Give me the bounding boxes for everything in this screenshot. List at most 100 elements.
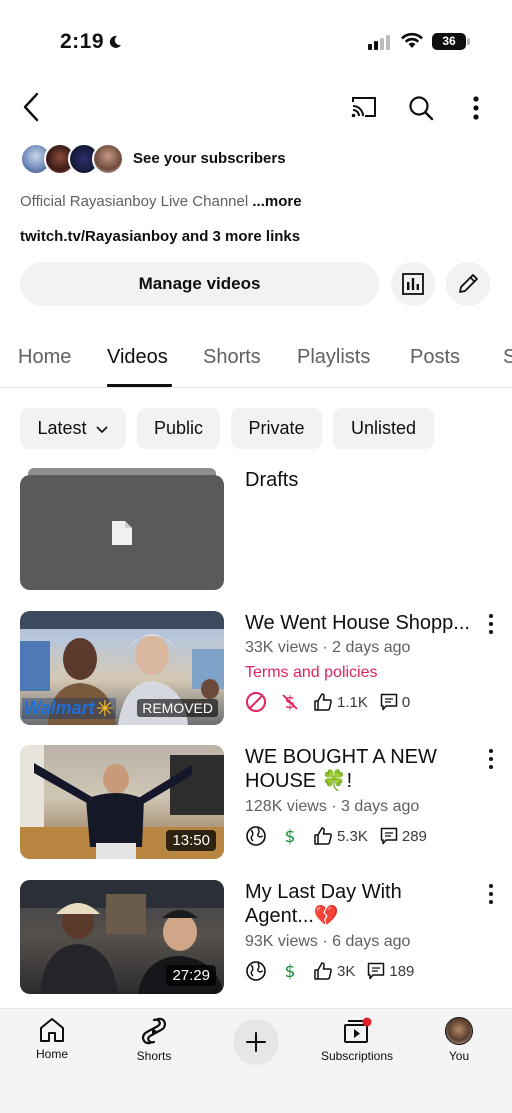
- nav-shorts-label: Shorts: [136, 1049, 172, 1063]
- comments-count: 289: [401, 827, 427, 845]
- shorts-icon: [141, 1017, 167, 1045]
- video-stats: $ 1.1K 0: [245, 691, 422, 713]
- monetization-status[interactable]: $: [279, 960, 301, 982]
- search-button[interactable]: [405, 92, 437, 124]
- status-bar: 2:19 36: [0, 0, 512, 80]
- likes-count: 1.1K: [337, 693, 368, 711]
- globe-icon: [246, 961, 266, 981]
- kebab-menu-icon: [473, 96, 479, 120]
- cast-button[interactable]: [348, 92, 380, 122]
- svg-text:$: $: [285, 827, 296, 847]
- analytics-button[interactable]: [391, 262, 435, 306]
- removed-badge: REMOVED: [137, 699, 218, 717]
- channel-links[interactable]: twitch.tv/Rayasianboy and 3 more links: [20, 228, 300, 245]
- video-title-line: Agent...💔: [245, 905, 339, 927]
- video-options-button[interactable]: [484, 884, 498, 904]
- back-arrow-icon: [23, 92, 39, 122]
- nav-home[interactable]: Home: [7, 1017, 97, 1061]
- moon-icon: [109, 35, 122, 48]
- comments-count: 0: [401, 693, 411, 711]
- monetized-icon: $: [285, 962, 296, 982]
- subscriber-avatars[interactable]: [20, 143, 124, 175]
- filter-unlisted[interactable]: Unlisted: [333, 408, 434, 449]
- manage-videos-button[interactable]: Manage videos: [20, 262, 379, 306]
- more-link[interactable]: ...more: [252, 193, 301, 210]
- tab-shorts[interactable]: Shorts: [203, 346, 261, 369]
- filter-private[interactable]: Private: [231, 408, 322, 449]
- comments-count: 189: [389, 962, 415, 980]
- video-stats: $ 3K 189: [245, 960, 426, 982]
- video-thumbnail[interactable]: 27:29: [20, 880, 224, 994]
- video-options-button[interactable]: [484, 749, 498, 769]
- drafts-title[interactable]: Drafts: [245, 469, 298, 492]
- cast-icon: [351, 97, 376, 118]
- nav-shorts[interactable]: Shorts: [109, 1017, 199, 1063]
- spark-icon: ✳: [95, 695, 115, 721]
- nav-you[interactable]: You: [414, 1017, 504, 1063]
- nav-subscriptions-label: Subscriptions: [320, 1049, 394, 1063]
- likes-stat: 3K: [313, 961, 355, 981]
- video-title[interactable]: We Went House Shopp...: [245, 611, 477, 635]
- battery-icon: 36: [432, 33, 470, 50]
- cellular-signal-icon: [368, 34, 394, 50]
- tab-playlists[interactable]: Playlists: [297, 346, 370, 369]
- analytics-icon: [402, 273, 424, 295]
- video-stats: $ 5.3K 289: [245, 825, 439, 847]
- more-options-button[interactable]: [464, 92, 488, 124]
- tab-overflow[interactable]: S: [503, 346, 512, 369]
- tab-home[interactable]: Home: [18, 346, 71, 369]
- chevron-down-icon: [95, 425, 108, 433]
- globe-icon: [246, 826, 266, 846]
- thumbs-up-icon: [314, 962, 332, 980]
- video-meta: 128K views · 3 days ago: [245, 798, 420, 815]
- svg-text:$: $: [285, 962, 296, 982]
- channel-description[interactable]: Official Rayasianboy Live Channel ...mor…: [20, 193, 302, 210]
- visibility-status[interactable]: [245, 825, 267, 847]
- video-duration: 27:29: [166, 965, 216, 986]
- restricted-status[interactable]: [245, 691, 267, 713]
- video-title[interactable]: WE BOUGHT A NEW HOUSE 🍀!: [245, 745, 477, 793]
- bottom-navigation: Home Shorts Subscriptions You: [0, 1008, 512, 1113]
- see-subscribers-link[interactable]: See your subscribers: [133, 150, 286, 167]
- channel-tabs: Home Videos Shorts Playlists Posts S: [0, 330, 512, 388]
- monetization-status[interactable]: $: [279, 825, 301, 847]
- video-thumbnail[interactable]: 13:50: [20, 745, 224, 859]
- nav-home-label: Home: [35, 1047, 68, 1061]
- video-title-line: WE BOUGHT A NEW: [245, 746, 437, 768]
- video-thumbnail[interactable]: Walmart ✳ REMOVED: [20, 611, 224, 725]
- edit-channel-button[interactable]: [446, 262, 490, 306]
- nav-you-label: You: [448, 1049, 470, 1063]
- drafts-thumbnail[interactable]: [20, 475, 224, 590]
- comment-icon: [380, 827, 398, 845]
- avatar: [445, 1017, 473, 1045]
- thumbs-up-icon: [314, 693, 332, 711]
- filter-public[interactable]: Public: [137, 408, 220, 449]
- description-text: Official Rayasianboy Live Channel: [20, 193, 249, 210]
- visibility-status[interactable]: [245, 960, 267, 982]
- walmart-logo: Walmart ✳: [22, 695, 117, 721]
- comments-stat: 0: [380, 693, 410, 711]
- video-title-line: My Last Day With: [245, 881, 402, 903]
- likes-count: 5.3K: [337, 827, 368, 845]
- monetization-status[interactable]: $: [279, 691, 301, 713]
- back-button[interactable]: [16, 90, 46, 124]
- tab-videos[interactable]: Videos: [107, 346, 168, 369]
- avatar: [92, 143, 124, 175]
- video-duration: 13:50: [166, 830, 216, 851]
- plus-icon: [246, 1032, 266, 1052]
- tab-posts[interactable]: Posts: [410, 346, 460, 369]
- likes-stat: 1.1K: [313, 692, 368, 712]
- video-options-button[interactable]: [484, 614, 498, 634]
- video-title[interactable]: My Last Day With Agent...💔: [245, 880, 477, 928]
- create-button[interactable]: [233, 1019, 279, 1065]
- nav-subscriptions[interactable]: Subscriptions: [312, 1017, 402, 1063]
- filter-latest-label: Latest: [37, 418, 87, 438]
- filter-latest[interactable]: Latest: [20, 408, 126, 449]
- pencil-icon: [459, 274, 478, 293]
- video-meta: 93K views · 6 days ago: [245, 933, 411, 950]
- terms-policies-link[interactable]: Terms and policies: [245, 664, 378, 682]
- search-icon: [409, 96, 434, 121]
- likes-count: 3K: [337, 962, 356, 980]
- comment-icon: [368, 962, 385, 980]
- video-title-line: HOUSE 🍀!: [245, 770, 353, 792]
